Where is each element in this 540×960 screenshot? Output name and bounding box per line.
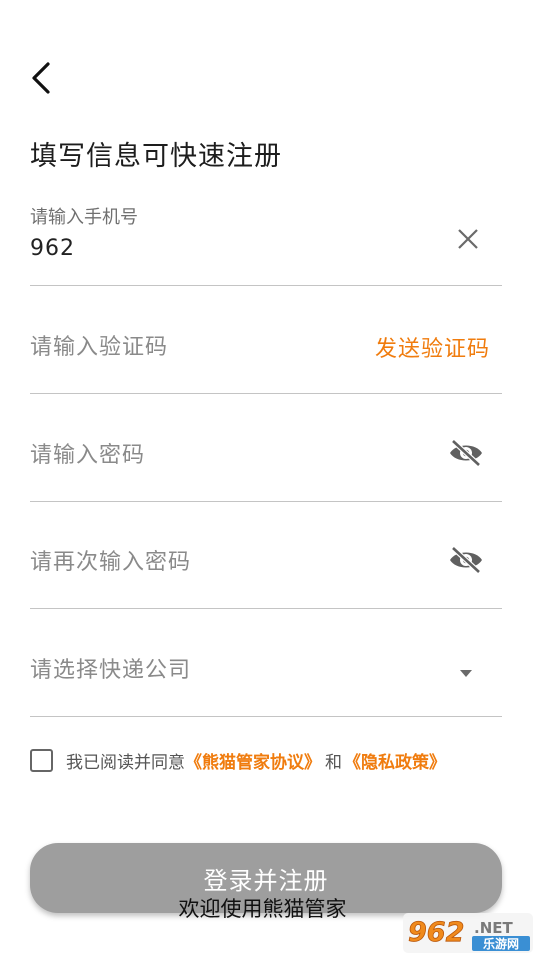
login-register-label: 登录并注册 [203,867,329,895]
svg-text:.NET: .NET [474,919,513,937]
agreement-and-text: 和 [325,752,342,773]
page-title: 填写信息可快速注册 [30,141,282,172]
eye-off-icon [450,546,482,574]
site-watermark-logo: 962 .NET 乐游网 [402,911,534,955]
phone-field[interactable]: 请输入手机号 962 [30,203,502,286]
watermark-logo-icon: 962 .NET 乐游网 [403,913,533,953]
verification-code-field[interactable]: 请输入验证码 发送验证码 [30,286,502,394]
clear-button[interactable] [456,227,480,255]
dropdown-arrow[interactable] [458,663,474,682]
eye-off-icon [450,439,482,467]
privacy-policy-link[interactable]: 《隐私政策》 [344,748,446,773]
send-code-button[interactable]: 发送验证码 [375,331,490,363]
confirm-password-input[interactable]: 请再次输入密码 [30,544,191,576]
confirm-password-field[interactable]: 请再次输入密码 [30,502,502,609]
password-field[interactable]: 请输入密码 [30,394,502,502]
agreement-text: 我已阅读并同意 [66,752,185,773]
courier-select-value: 请选择快递公司 [30,658,192,683]
agreement-checkbox[interactable] [30,748,53,772]
back-button[interactable] [28,60,60,96]
agreement-row: 我已阅读并同意 《熊猫管家协议》 和 《隐私政策》 [30,745,446,775]
close-icon [458,229,478,249]
caret-down-icon [460,670,472,677]
verification-code-input[interactable]: 请输入验证码 [30,329,168,361]
svg-text:962: 962 [408,917,464,948]
svg-text:乐游网: 乐游网 [483,936,519,951]
chevron-left-icon [32,62,50,94]
toggle-password-visibility[interactable] [448,438,484,472]
courier-select[interactable]: 请选择快递公司 [30,609,502,717]
password-input[interactable]: 请输入密码 [30,437,145,469]
panda-agreement-link[interactable]: 《熊猫管家协议》 [185,748,321,773]
phone-input[interactable]: 962 [30,236,75,261]
toggle-confirm-password-visibility[interactable] [448,545,484,579]
phone-field-label: 请输入手机号 [30,207,138,228]
